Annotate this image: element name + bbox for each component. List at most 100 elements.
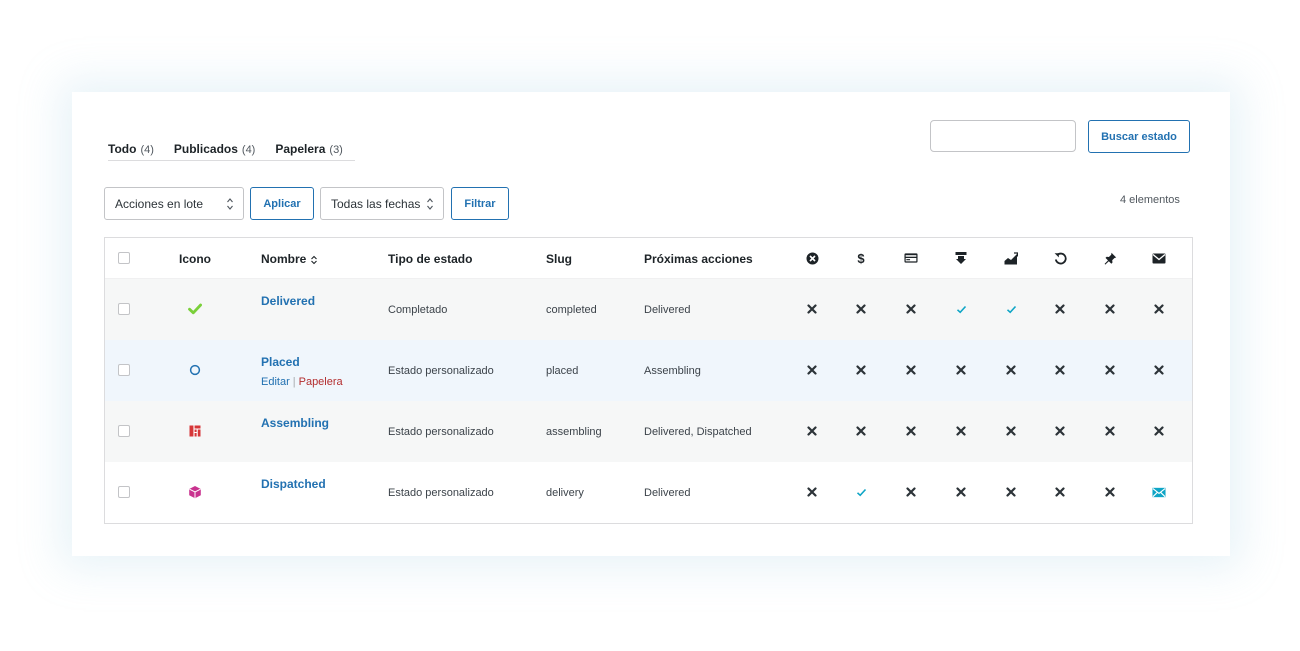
cross-icon <box>805 485 819 499</box>
cross-icon <box>1152 302 1166 316</box>
cross-icon <box>854 302 868 316</box>
tab-published-label: Publicados <box>173 142 238 156</box>
row-checkbox[interactable] <box>118 303 130 315</box>
status-slug: placed <box>546 365 579 377</box>
svg-text:$: $ <box>857 251 865 265</box>
cross-icon <box>904 302 918 316</box>
circle-icon <box>188 363 202 377</box>
cross-icon <box>1103 302 1117 316</box>
row-checkbox[interactable] <box>118 425 130 437</box>
checkmark-icon <box>188 302 202 316</box>
next-actions: Delivered <box>644 304 691 316</box>
status-slug: completed <box>546 304 597 316</box>
cross-icon <box>805 424 819 438</box>
apply-button[interactable]: Aplicar <box>250 187 314 220</box>
chart-icon <box>1004 251 1018 265</box>
cross-icon <box>805 302 819 316</box>
tab-trash-count: (3) <box>329 144 343 156</box>
email-icon <box>1152 251 1166 265</box>
row-actions: Editar | Papelera <box>261 376 343 388</box>
tab-published-count: (4) <box>241 144 256 156</box>
table-row: Dispatched Estado personalizado delivery De… <box>105 462 1192 523</box>
tab-all-count: (4) <box>140 144 154 156</box>
bulk-actions-select[interactable]: Acciones en lote <box>104 187 244 220</box>
status-filter-tabs: Todo (4) Publicados (4) Papelera (3) <box>108 142 355 161</box>
tab-trash-label: Papelera <box>275 142 326 156</box>
tab-trash[interactable]: Papelera (3) <box>275 142 343 156</box>
next-actions: Delivered <box>644 487 691 499</box>
cross-icon <box>1152 363 1166 377</box>
date-filter-select[interactable]: Todas las fechas <box>320 187 444 220</box>
cross-icon <box>1103 424 1117 438</box>
search-input[interactable] <box>930 120 1076 152</box>
cross-icon <box>904 363 918 377</box>
email-icon <box>1152 485 1166 499</box>
statuses-table: Icono Nombre Tipo de estado Slug Próxima… <box>104 237 1193 524</box>
cross-icon <box>954 424 968 438</box>
table-header-row: Icono Nombre Tipo de estado Slug Próxima… <box>105 238 1192 279</box>
dollar-icon: $ <box>854 251 868 265</box>
undo-icon <box>1053 251 1067 265</box>
cross-icon <box>954 363 968 377</box>
row-actions-separator: | <box>292 376 296 388</box>
trash-link[interactable]: Papelera <box>299 376 343 388</box>
cross-icon <box>1053 485 1067 499</box>
select-all-checkbox[interactable] <box>118 252 130 264</box>
status-type: Estado personalizado <box>388 365 494 377</box>
cross-icon <box>904 424 918 438</box>
cancel-icon <box>805 251 819 265</box>
cross-icon <box>1103 363 1117 377</box>
cross-icon <box>854 424 868 438</box>
table-body: Delivered Completado completed Delivered Pla… <box>105 279 1192 523</box>
cross-icon <box>1004 363 1018 377</box>
cross-icon <box>1053 363 1067 377</box>
row-checkbox[interactable] <box>118 486 130 498</box>
download-icon <box>954 251 968 265</box>
item-count: 4 elementos <box>1120 194 1180 206</box>
cross-icon <box>1004 424 1018 438</box>
table-row: Delivered Completado completed Delivered <box>105 279 1192 340</box>
layout-icon <box>188 424 202 438</box>
check-icon <box>854 485 868 499</box>
status-name-link[interactable]: Delivered <box>261 294 315 308</box>
cross-icon <box>1103 485 1117 499</box>
next-actions: Assembling <box>644 365 701 377</box>
chevron-updown-icon <box>427 198 433 210</box>
status-type: Estado personalizado <box>388 487 494 499</box>
filter-button[interactable]: Filtrar <box>451 187 509 220</box>
column-header-next-actions: Próximas acciones <box>644 252 753 266</box>
check-icon <box>1004 302 1018 316</box>
box-icon <box>188 485 202 499</box>
cross-icon <box>854 363 868 377</box>
status-name-link[interactable]: Placed <box>261 355 300 369</box>
row-checkbox[interactable] <box>118 364 130 376</box>
cross-icon <box>1004 485 1018 499</box>
cross-icon <box>954 485 968 499</box>
pin-icon <box>1103 251 1117 265</box>
cross-icon <box>1053 424 1067 438</box>
date-filter-value: Todas las fechas <box>331 196 421 211</box>
column-header-icon: Icono <box>179 252 211 266</box>
column-header-name-label: Nombre <box>261 252 307 266</box>
status-slug: delivery <box>546 487 584 499</box>
check-icon <box>954 302 968 316</box>
bulk-actions-value: Acciones en lote <box>115 196 204 211</box>
cross-icon <box>1053 302 1067 316</box>
tab-all-label: Todo <box>108 142 137 156</box>
table-row: Placed Editar | Papelera Estado personalizad… <box>105 340 1192 401</box>
table-row: Assembling Estado personalizado assembling… <box>105 401 1192 462</box>
cross-icon <box>805 363 819 377</box>
status-type: Completado <box>388 304 448 316</box>
status-name-link[interactable]: Dispatched <box>261 477 326 491</box>
tab-published[interactable]: Publicados (4) <box>174 142 255 156</box>
tab-all[interactable]: Todo (4) <box>108 142 154 156</box>
column-header-name[interactable]: Nombre <box>261 252 318 266</box>
column-header-slug: Slug <box>546 252 572 266</box>
search-button[interactable]: Buscar estado <box>1088 120 1190 153</box>
cross-icon <box>904 485 918 499</box>
edit-link[interactable]: Editar <box>261 376 290 388</box>
statuses-panel: Todo (4) Publicados (4) Papelera (3) Buscar… <box>72 92 1230 556</box>
status-name-link[interactable]: Assembling <box>261 416 329 430</box>
next-actions: Delivered, Dispatched <box>644 426 752 438</box>
cross-icon <box>1152 424 1166 438</box>
